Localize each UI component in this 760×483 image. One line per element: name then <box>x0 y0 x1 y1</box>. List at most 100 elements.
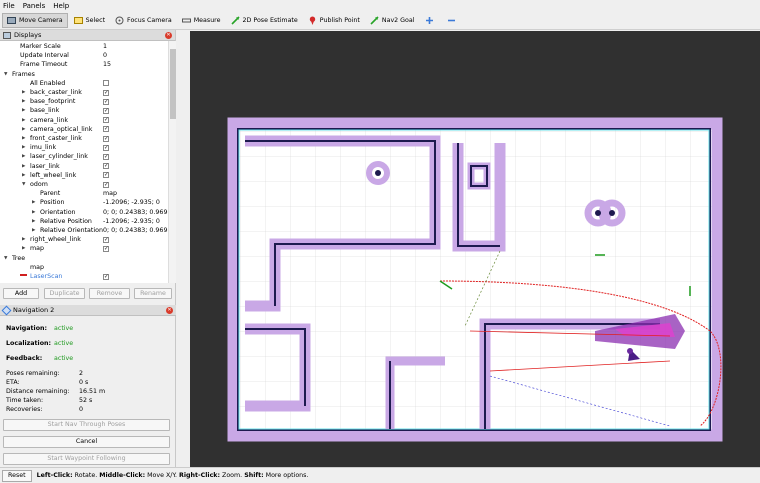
select-button[interactable]: Select <box>70 13 109 28</box>
displays-button-row: Add Duplicate Remove Rename <box>0 288 176 302</box>
display-row[interactable]: ▶ Relative Orientation 0; 0; 0.24383; 0.96… <box>0 226 168 235</box>
collapse-arrow-icon[interactable]: ▶ <box>22 171 25 180</box>
collapse-arrow-icon[interactable]: ▶ <box>32 226 35 235</box>
start-nav-through-poses-button[interactable]: Start Nav Through Poses <box>3 419 170 431</box>
display-row[interactable]: Parent map <box>0 189 168 198</box>
collapse-arrow-icon[interactable]: ▶ <box>22 88 25 97</box>
remove-button[interactable]: Remove <box>89 288 130 299</box>
cancel-button[interactable]: Cancel <box>3 436 170 448</box>
display-row[interactable]: Marker Scale 1 <box>0 42 168 51</box>
display-row[interactable]: ▼ Frames <box>0 70 168 79</box>
map-viewport[interactable] <box>190 31 760 467</box>
add-button[interactable]: Add <box>3 288 39 299</box>
display-row[interactable]: ▶ Relative Position -1.2096; -2.935; 0 <box>0 217 168 226</box>
enabled-checkbox[interactable]: ✓ <box>103 181 109 188</box>
expand-arrow-icon[interactable]: ▼ <box>4 70 7 79</box>
displays-scrollbar[interactable] <box>168 41 176 283</box>
expand-arrow-icon[interactable]: ▼ <box>22 180 25 189</box>
nav2-goal-button[interactable]: Nav2 Goal <box>366 13 419 28</box>
start-waypoint-following-button[interactable]: Start Waypoint Following <box>3 453 170 465</box>
display-row[interactable]: map <box>0 263 168 272</box>
feedback-status-label: Feedback: <box>6 355 43 362</box>
display-row-label: back_caster_link <box>30 89 82 96</box>
display-row[interactable]: ▶ back_caster_link ✓ <box>0 88 168 97</box>
collapse-arrow-icon[interactable]: ▶ <box>22 244 25 253</box>
display-row-label: camera_optical_link <box>30 125 93 133</box>
close-icon[interactable]: ✕ <box>165 32 172 39</box>
duplicate-button[interactable]: Duplicate <box>44 288 85 299</box>
collapse-arrow-icon[interactable]: ▶ <box>22 162 25 171</box>
menu-panels[interactable]: Panels <box>23 2 46 10</box>
display-row[interactable]: All Enabled <box>0 79 168 88</box>
display-row-value: 0 <box>103 52 108 60</box>
menu-help[interactable]: Help <box>53 2 69 10</box>
pose-estimate-button[interactable]: 2D Pose Estimate <box>227 13 302 28</box>
collapse-arrow-icon[interactable]: ▶ <box>22 134 25 143</box>
enabled-checkbox[interactable]: ✓ <box>103 236 109 243</box>
display-row[interactable]: ▶ laser_cylinder_link ✓ <box>0 152 168 161</box>
expand-arrow-icon[interactable]: ▼ <box>4 254 7 263</box>
enabled-checkbox[interactable]: ✓ <box>103 245 109 252</box>
help-middle-click-text: Move X/Y. <box>145 472 180 479</box>
display-row-label: base_footprint <box>30 98 76 106</box>
enabled-checkbox[interactable]: ✓ <box>103 135 109 142</box>
enabled-checkbox[interactable]: ✓ <box>103 144 109 151</box>
display-row[interactable]: ▶ laser_link ✓ <box>0 162 168 171</box>
help-left-click-label: Left-Click: <box>36 472 73 479</box>
time-taken-value: 52 s <box>79 397 93 404</box>
display-row[interactable]: LaserScan ✓ <box>0 272 168 281</box>
nav2-goal-icon <box>370 15 379 25</box>
collapse-arrow-icon[interactable]: ▶ <box>22 97 25 106</box>
enabled-checkbox[interactable]: ✓ <box>103 153 109 160</box>
help-text: Left-Click: Rotate. Middle-Click: Move X… <box>37 472 309 479</box>
collapse-arrow-icon[interactable]: ▶ <box>22 152 25 161</box>
display-row[interactable]: ▶ imu_link ✓ <box>0 143 168 152</box>
display-row[interactable]: ▼ odom ✓ <box>0 180 168 189</box>
display-row[interactable]: ▶ left_wheel_link ✓ <box>0 171 168 180</box>
measure-button[interactable]: Measure <box>178 13 225 28</box>
display-row[interactable]: ▶ camera_link ✓ <box>0 116 168 125</box>
menu-file[interactable]: File <box>3 2 15 10</box>
display-row[interactable]: ▶ camera_optical_link ✓ <box>0 125 168 134</box>
scrollbar-thumb[interactable] <box>170 49 176 119</box>
display-row[interactable]: ▶ Position -1.2096; -2.935; 0 <box>0 198 168 207</box>
display-row[interactable]: ▶ Orientation 0; 0; 0.24383; 0.96982 <box>0 208 168 217</box>
display-row[interactable]: ▶ base_link ✓ <box>0 106 168 115</box>
enabled-checkbox[interactable]: ✓ <box>103 163 109 170</box>
focus-camera-button[interactable]: Focus Camera <box>111 13 176 28</box>
display-row[interactable]: ▼ Tree <box>0 254 168 263</box>
display-row[interactable]: ▶ map ✓ <box>0 244 168 253</box>
enabled-checkbox[interactable] <box>103 80 109 87</box>
display-row[interactable]: Update Interval 0 <box>0 51 168 60</box>
enabled-checkbox[interactable]: ✓ <box>103 117 109 124</box>
collapse-arrow-icon[interactable]: ▶ <box>32 198 35 207</box>
collapse-arrow-icon[interactable]: ▶ <box>22 116 25 125</box>
recoveries-value: 0 <box>79 406 84 413</box>
displays-panel-header: Displays ✕ <box>0 30 175 41</box>
enabled-checkbox[interactable]: ✓ <box>103 98 109 105</box>
enabled-checkbox[interactable]: ✓ <box>103 89 109 96</box>
collapse-arrow-icon[interactable]: ▶ <box>22 106 25 115</box>
enabled-checkbox[interactable]: ✓ <box>103 273 109 280</box>
collapse-arrow-icon[interactable]: ▶ <box>22 125 25 134</box>
add-tool-button[interactable] <box>421 13 441 28</box>
rename-button[interactable]: Rename <box>134 288 172 299</box>
display-row[interactable]: ▶ right_wheel_link ✓ <box>0 235 168 244</box>
display-row[interactable]: Frame Timeout 15 <box>0 60 168 69</box>
display-row[interactable]: ▶ base_footprint ✓ <box>0 97 168 106</box>
enabled-checkbox[interactable]: ✓ <box>103 126 109 133</box>
collapse-arrow-icon[interactable]: ▶ <box>32 217 35 226</box>
close-icon[interactable]: ✕ <box>166 307 173 314</box>
enabled-checkbox[interactable]: ✓ <box>103 107 109 114</box>
publish-point-button[interactable]: Publish Point <box>304 13 364 28</box>
collapse-arrow-icon[interactable]: ▶ <box>22 235 25 244</box>
display-row-label: LaserScan <box>30 273 63 280</box>
move-camera-button[interactable]: Move Camera <box>2 12 68 28</box>
enabled-checkbox[interactable]: ✓ <box>103 172 109 179</box>
collapse-arrow-icon[interactable]: ▶ <box>32 208 35 217</box>
display-row[interactable]: ▶ front_caster_link ✓ <box>0 134 168 143</box>
remove-tool-button[interactable] <box>443 13 463 28</box>
collapse-arrow-icon[interactable]: ▶ <box>22 143 25 152</box>
reset-button[interactable]: Reset <box>2 469 32 482</box>
help-shift-text: More options. <box>263 472 309 479</box>
